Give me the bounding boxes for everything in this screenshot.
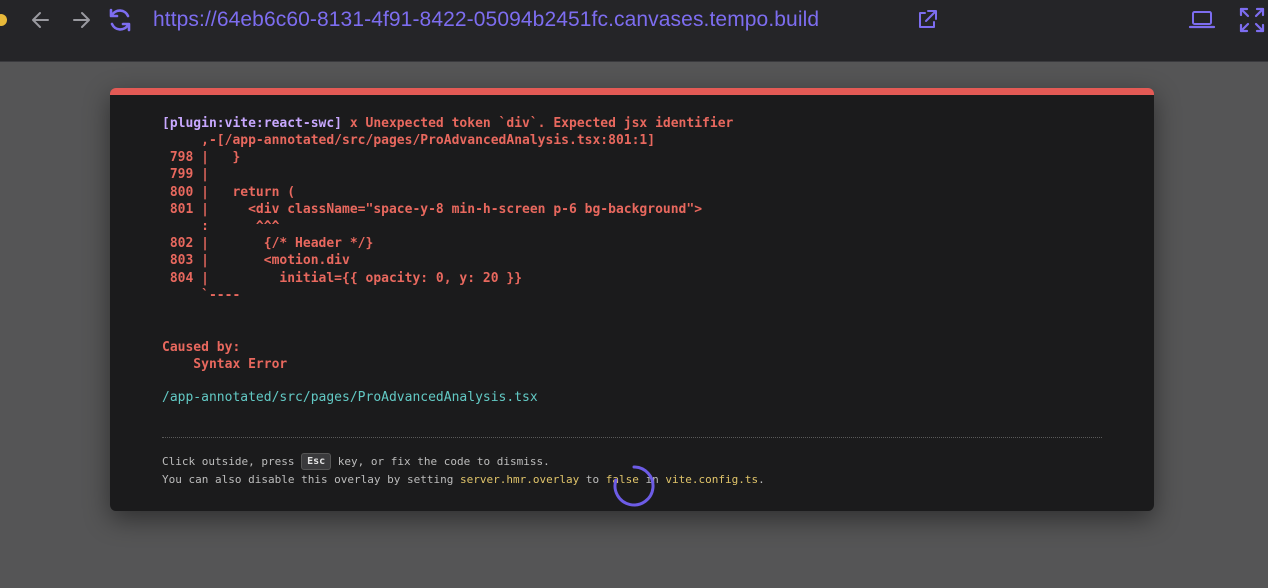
code-frame-line: 804 | initial={{ opacity: 0, y: 20 }} [162,270,523,286]
code-frame-line: ,-[/app-annotated/src/pages/ProAdvancedA… [162,133,656,148]
error-message: [plugin:vite:react-swc] x Unexpected tok… [162,115,733,132]
divider [162,437,1102,438]
error-file-link[interactable]: /app-annotated/src/pages/ProAdvancedAnal… [162,389,538,406]
status-dot [0,14,7,26]
code-frame: ,-[/app-annotated/src/pages/ProAdvancedA… [162,132,702,304]
error-panel: [plugin:vite:react-swc] x Unexpected tok… [110,88,1154,511]
code-frame-line: `---- [162,287,241,303]
error-plugin: [plugin:vite:react-swc] [162,116,343,131]
error-text: x Unexpected token `div`. Expected jsx i… [342,116,734,131]
dismiss-tip: Click outside, press Esc key, or fix the… [162,453,550,470]
tip-text: to [579,473,606,486]
open-external-icon[interactable] [913,6,941,34]
tip-text: key, or fix the code to dismiss. [331,455,550,468]
code-frame-line: 799 | [162,167,209,183]
laptop-icon[interactable] [1188,6,1216,34]
config-setting: server.hmr.overlay [460,473,580,486]
tip-text: Click outside, press [162,455,302,468]
caused-by-label: Caused by: [162,340,241,355]
forward-arrow-icon[interactable] [67,6,95,34]
code-frame-line: 798 | } [162,150,241,166]
caused-by: Caused by: Syntax Error [162,339,287,373]
disable-tip: You can also disable this overlay by set… [162,473,765,486]
tip-text: . [758,473,765,486]
loading-spinner-icon [612,464,655,507]
tip-text: You can also disable this overlay by set… [162,473,461,486]
caused-by-value: Syntax Error [162,357,288,373]
reload-icon[interactable] [106,6,134,34]
address-bar-url[interactable]: https://64eb6c60-8131-4f91-8422-05094b24… [153,8,819,32]
code-frame-line: 800 | return ( [162,184,296,200]
expand-icon[interactable] [1238,6,1266,34]
back-arrow-icon[interactable] [27,6,55,34]
config-file: vite.config.ts [665,473,759,486]
code-frame-line: : ^^^ [162,219,280,235]
code-frame-line: 802 | {/* Header */} [162,236,374,252]
code-frame-line: 803 | <motion.div [162,253,350,269]
esc-key[interactable]: Esc [301,453,332,470]
browser-toolbar: https://64eb6c60-8131-4f91-8422-05094b24… [0,0,1268,62]
code-frame-line: 801 | <div className="space-y-8 min-h-sc… [162,201,703,217]
